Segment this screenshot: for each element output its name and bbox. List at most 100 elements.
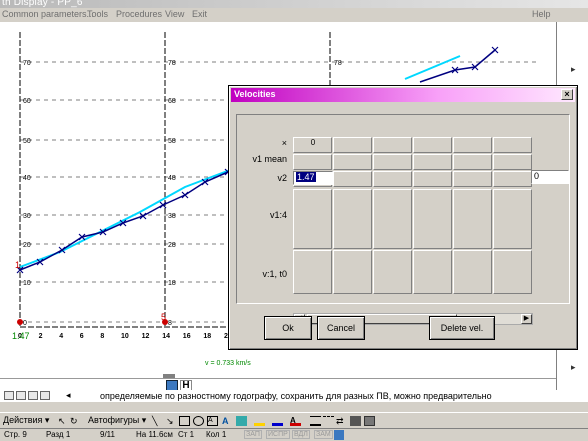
velocity-cell[interactable] bbox=[373, 137, 412, 153]
velocity-cell[interactable] bbox=[493, 171, 532, 187]
dialog-titlebar[interactable]: Velocities × bbox=[231, 88, 575, 102]
ok-button[interactable]: Ok bbox=[264, 316, 312, 340]
select-objects-icon[interactable]: ↖ bbox=[58, 416, 69, 426]
fill-color-icon[interactable] bbox=[254, 416, 265, 426]
velocity-cell[interactable] bbox=[413, 171, 452, 187]
drawing-toolbar: Действия ▾ ↖ ↻ Автофигуры ▾ ╲ ↘ A A A ⇄ bbox=[0, 412, 588, 428]
menu-tools[interactable]: Tools bbox=[87, 9, 108, 19]
y-tick-label: 10 bbox=[23, 280, 31, 287]
arrow-icon[interactable]: ↘ bbox=[166, 416, 177, 426]
velocity-cell[interactable] bbox=[293, 250, 332, 294]
scroll-right-icon[interactable]: ▶ bbox=[521, 314, 532, 324]
side-value-input[interactable]: 0 bbox=[531, 170, 569, 184]
arrow-style-icon[interactable]: ⇄ bbox=[336, 416, 347, 426]
velocity-cell[interactable] bbox=[333, 171, 372, 187]
velocity-cell[interactable] bbox=[413, 154, 452, 170]
clipart-icon[interactable] bbox=[236, 416, 247, 426]
font-color-icon[interactable]: A bbox=[290, 416, 301, 426]
velocity-cell[interactable] bbox=[333, 154, 372, 170]
status-mode-ext[interactable]: ВДЛ bbox=[292, 430, 310, 439]
velocity-cell[interactable] bbox=[413, 189, 452, 249]
fit-line bbox=[19, 169, 231, 268]
x-tick-label: 18 bbox=[203, 333, 211, 340]
velocity-cell[interactable] bbox=[333, 189, 372, 249]
status-section: Разд 1 bbox=[46, 430, 71, 439]
close-icon[interactable]: × bbox=[561, 89, 573, 100]
rotate-icon[interactable]: ↻ bbox=[70, 416, 81, 426]
velocity-cell[interactable] bbox=[373, 171, 412, 187]
status-bar: Стр. 9 Разд 1 9/11 На 11.6см Ст 1 Кол 1 … bbox=[0, 428, 588, 441]
velocity-cell[interactable] bbox=[293, 154, 332, 170]
v2-value-input[interactable]: 1.47 bbox=[293, 171, 333, 185]
velocity-cell[interactable] bbox=[453, 189, 492, 249]
y-tick-label: 58 bbox=[168, 138, 176, 145]
shot-marker-left bbox=[17, 319, 23, 325]
y-tick-label: 78 bbox=[168, 60, 176, 67]
velocity-cell[interactable] bbox=[413, 137, 452, 153]
rectangle-icon[interactable] bbox=[179, 416, 190, 426]
y-tick-label: 18 bbox=[168, 280, 176, 287]
x-tick-label: 12 bbox=[142, 333, 150, 340]
y-tick-label: 8 bbox=[168, 320, 172, 327]
velocity-cell[interactable] bbox=[493, 137, 532, 153]
velocity-cell[interactable] bbox=[453, 250, 492, 294]
col-header-first: 0 bbox=[310, 138, 316, 147]
menu-help[interactable]: Help bbox=[532, 9, 551, 19]
x-tick-label: 14 bbox=[162, 333, 170, 340]
spelling-status-icon[interactable] bbox=[334, 430, 344, 440]
velocity-cell[interactable] bbox=[453, 171, 492, 187]
web-view-icon[interactable] bbox=[16, 391, 26, 400]
textbox-icon[interactable]: A bbox=[207, 416, 218, 426]
velocity-cell[interactable] bbox=[413, 250, 452, 294]
velocity-cell[interactable] bbox=[333, 137, 372, 153]
velocity-cell[interactable] bbox=[373, 189, 412, 249]
wordart-icon[interactable]: A bbox=[222, 416, 233, 426]
y-tick-labels-left: 70 60 50 40 30 20 10 0 bbox=[23, 60, 31, 327]
normal-view-icon[interactable] bbox=[4, 391, 14, 400]
velocity-cell[interactable] bbox=[333, 250, 372, 294]
menu-bar: Common parameters... Tools Procedures Vi… bbox=[0, 8, 588, 22]
delete-velocity-button[interactable]: Delete vel. bbox=[429, 316, 495, 340]
menu-common-parameters[interactable]: Common parameters... bbox=[2, 9, 94, 19]
pick-marker bbox=[181, 191, 189, 199]
velocity-cell[interactable] bbox=[373, 154, 412, 170]
velocity-cell[interactable] bbox=[493, 154, 532, 170]
y-tick-label: 70 bbox=[23, 60, 31, 67]
status-mode-rec[interactable]: ЗАП bbox=[244, 430, 262, 439]
oval-icon[interactable] bbox=[193, 416, 204, 426]
page-view-icon[interactable] bbox=[28, 391, 38, 400]
line-color-icon[interactable] bbox=[272, 416, 283, 426]
y-tick-label: 68 bbox=[168, 98, 176, 105]
velocity-cell[interactable] bbox=[493, 250, 532, 294]
velocity-cell[interactable] bbox=[493, 189, 532, 249]
cancel-button[interactable]: Cancel bbox=[317, 316, 365, 340]
row-label-v1-t0: v:1, t0 bbox=[262, 269, 287, 279]
y-tick-label: 0 bbox=[23, 320, 27, 327]
3d-icon[interactable] bbox=[364, 416, 375, 426]
dialog-title: Velocities bbox=[234, 89, 276, 99]
document-text: определяемые по разностному годографу, с… bbox=[100, 391, 492, 401]
velocity-cell[interactable] bbox=[453, 137, 492, 153]
outline-view-icon[interactable] bbox=[40, 391, 50, 400]
velocity-grid-panel: × v1 mean v2 v1:4 v:1, t0 1.47 0 ◀ ▶ bbox=[236, 114, 570, 325]
line-style-icon[interactable] bbox=[310, 416, 321, 426]
status-mode-trk[interactable]: ИСПР bbox=[266, 430, 290, 439]
status-pages: 9/11 bbox=[100, 430, 115, 439]
col-header-marker: × bbox=[281, 138, 287, 148]
status-mode-ovr[interactable]: ЗАМ bbox=[314, 430, 333, 439]
velocity-cell[interactable] bbox=[293, 189, 332, 249]
dash-style-icon[interactable] bbox=[323, 416, 334, 426]
menu-exit[interactable]: Exit bbox=[192, 9, 207, 19]
velocity-cell[interactable] bbox=[453, 154, 492, 170]
y-tick-label: 48 bbox=[168, 175, 176, 182]
actions-menu[interactable]: Действия ▾ bbox=[3, 415, 49, 426]
shadow-icon[interactable] bbox=[350, 416, 361, 426]
app-title: th Display - PP_6 bbox=[2, 0, 83, 8]
autoshapes-menu[interactable]: Автофигуры ▾ bbox=[88, 415, 146, 426]
status-col: Кол 1 bbox=[206, 430, 227, 439]
x-tick-label: 6 bbox=[80, 333, 84, 340]
line-icon[interactable]: ╲ bbox=[152, 416, 163, 426]
menu-procedures[interactable]: Procedures bbox=[116, 9, 162, 19]
menu-view[interactable]: View bbox=[165, 9, 184, 19]
velocity-cell[interactable] bbox=[373, 250, 412, 294]
